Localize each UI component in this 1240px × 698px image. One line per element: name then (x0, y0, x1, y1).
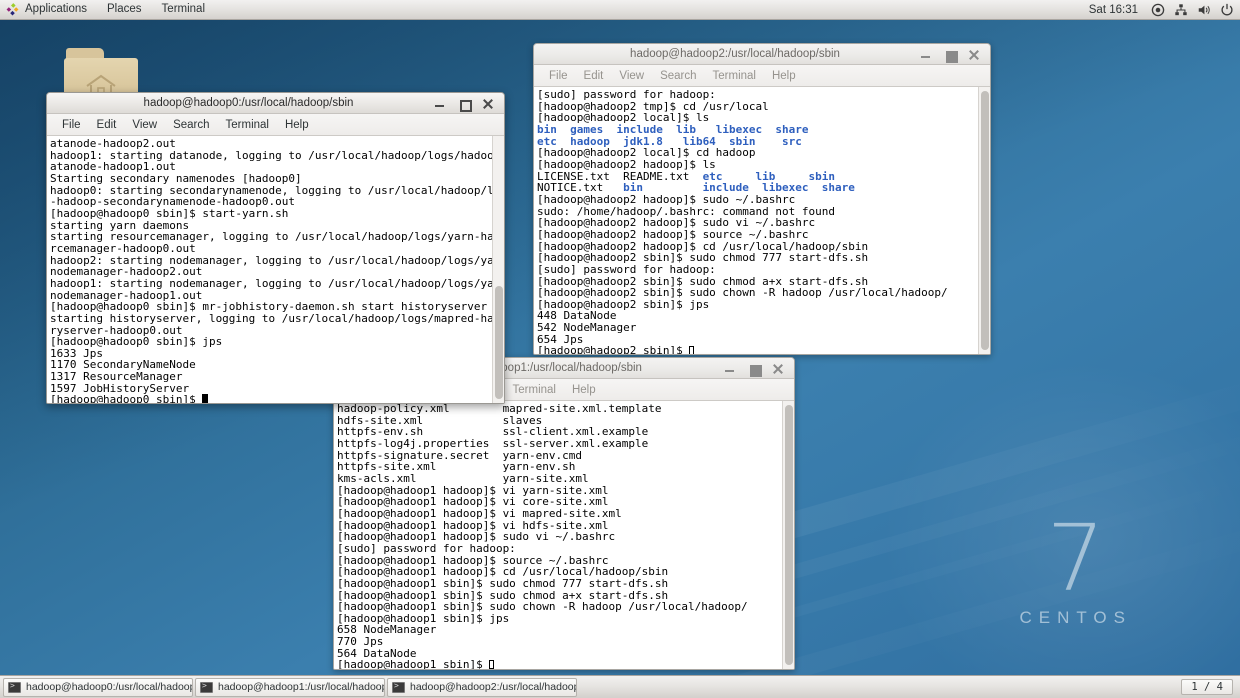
terminal-icon (392, 681, 405, 693)
titlebar-hadoop2[interactable]: hadoop@hadoop2:/usr/local/hadoop/sbin (534, 44, 990, 65)
menubar-hadoop0: File Edit View Search Terminal Help (47, 114, 504, 136)
titlebar-hadoop0[interactable]: hadoop@hadoop0:/usr/local/hadoop/sbin (47, 93, 504, 114)
window-buttons-hadoop2 (920, 44, 986, 65)
minimize-button-hadoop1[interactable] (724, 363, 736, 375)
centos-version-number: 7 (1046, 505, 1105, 612)
window-buttons-hadoop0 (434, 93, 500, 114)
close-button-hadoop0[interactable] (482, 98, 494, 110)
menu-terminal-hadoop0[interactable]: Terminal (218, 115, 277, 135)
power-icon[interactable] (1220, 3, 1234, 17)
taskbar-item-label: hadoop@hadoop2:/usr/local/hadoop... (410, 681, 577, 693)
scrollbar-thumb-hadoop2[interactable] (981, 91, 989, 350)
menu-view-hadoop2[interactable]: View (611, 66, 652, 86)
centos-logo-icon (6, 3, 19, 16)
close-button-hadoop2[interactable] (968, 49, 980, 61)
top-panel: Applications Places Terminal Sat 16:31 (0, 0, 1240, 20)
taskbar-item-hadoop0[interactable]: hadoop@hadoop0:/usr/local/hadoop... (3, 677, 193, 697)
menu-search-hadoop0[interactable]: Search (165, 115, 217, 135)
menu-help-hadoop1[interactable]: Help (564, 380, 604, 400)
centos-branding: 7 CENTOS (1019, 505, 1132, 628)
minimize-button-hadoop2[interactable] (920, 49, 932, 61)
workspace-switcher[interactable]: 1 / 4 (1181, 679, 1233, 695)
terminal-body-hadoop0[interactable]: atanode-hadoop2.out hadoop1: starting da… (47, 136, 504, 403)
minimize-button-hadoop0[interactable] (434, 98, 446, 110)
scrollbar-hadoop0[interactable] (492, 136, 504, 403)
maximize-button-hadoop1[interactable] (748, 363, 762, 377)
window-buttons-hadoop1 (724, 358, 790, 379)
network-icon[interactable] (1174, 3, 1188, 17)
centos-wordmark: CENTOS (1019, 608, 1132, 627)
taskbar-item-hadoop2[interactable]: hadoop@hadoop2:/usr/local/hadoop... (387, 677, 577, 697)
terminal-body-hadoop1[interactable]: hadoop-policy.xml mapred-site.xml.templa… (334, 401, 794, 669)
accessibility-icon[interactable] (1151, 3, 1165, 17)
menu-view-hadoop0[interactable]: View (124, 115, 165, 135)
scrollbar-hadoop1[interactable] (782, 401, 794, 669)
terminal-icon (8, 681, 21, 693)
menu-help-hadoop0[interactable]: Help (277, 115, 317, 135)
menu-terminal-hadoop2[interactable]: Terminal (705, 66, 764, 86)
applications-menu[interactable]: Applications (15, 0, 97, 19)
terminal-output-hadoop0: atanode-hadoop2.out hadoop1: starting da… (50, 137, 492, 403)
terminal-body-hadoop2[interactable]: [sudo] password for hadoop: [hadoop@hado… (534, 87, 990, 354)
maximize-button-hadoop2[interactable] (944, 49, 958, 63)
menu-edit-hadoop0[interactable]: Edit (89, 115, 125, 135)
scrollbar-thumb-hadoop1[interactable] (785, 405, 793, 665)
system-tray: Sat 16:31 (1089, 3, 1240, 17)
volume-icon[interactable] (1197, 3, 1211, 17)
menu-file-hadoop2[interactable]: File (541, 66, 576, 86)
menubar-hadoop2: File Edit View Search Terminal Help (534, 65, 990, 87)
close-button-hadoop1[interactable] (772, 363, 784, 375)
scrollbar-thumb-hadoop0[interactable] (495, 286, 503, 399)
menu-edit-hadoop2[interactable]: Edit (576, 66, 612, 86)
taskbar-item-label: hadoop@hadoop0:/usr/local/hadoop... (26, 681, 193, 693)
menu-terminal-hadoop1[interactable]: Terminal (505, 380, 564, 400)
taskbar-item-hadoop1[interactable]: hadoop@hadoop1:/usr/local/hadoop... (195, 677, 385, 697)
maximize-button-hadoop0[interactable] (458, 98, 472, 112)
menu-file-hadoop0[interactable]: File (54, 115, 89, 135)
terminal-window-hadoop0[interactable]: hadoop@hadoop0:/usr/local/hadoop/sbin Fi… (46, 92, 505, 404)
terminal-menu[interactable]: Terminal (152, 0, 215, 19)
menu-help-hadoop2[interactable]: Help (764, 66, 804, 86)
places-menu[interactable]: Places (97, 0, 152, 19)
clock[interactable]: Sat 16:31 (1089, 4, 1142, 16)
terminal-icon (200, 681, 213, 693)
menu-search-hadoop2[interactable]: Search (652, 66, 704, 86)
terminal-window-hadoop2[interactable]: hadoop@hadoop2:/usr/local/hadoop/sbin Fi… (533, 43, 991, 355)
taskbar: hadoop@hadoop0:/usr/local/hadoop... hado… (0, 675, 1240, 698)
top-panel-menus: Applications Places Terminal (0, 0, 215, 19)
scrollbar-hadoop2[interactable] (978, 87, 990, 354)
terminal-output-hadoop2: [sudo] password for hadoop: [hadoop@hado… (537, 88, 948, 354)
taskbar-item-label: hadoop@hadoop1:/usr/local/hadoop... (218, 681, 385, 693)
terminal-output-hadoop1: hadoop-policy.xml mapred-site.xml.templa… (337, 402, 748, 669)
